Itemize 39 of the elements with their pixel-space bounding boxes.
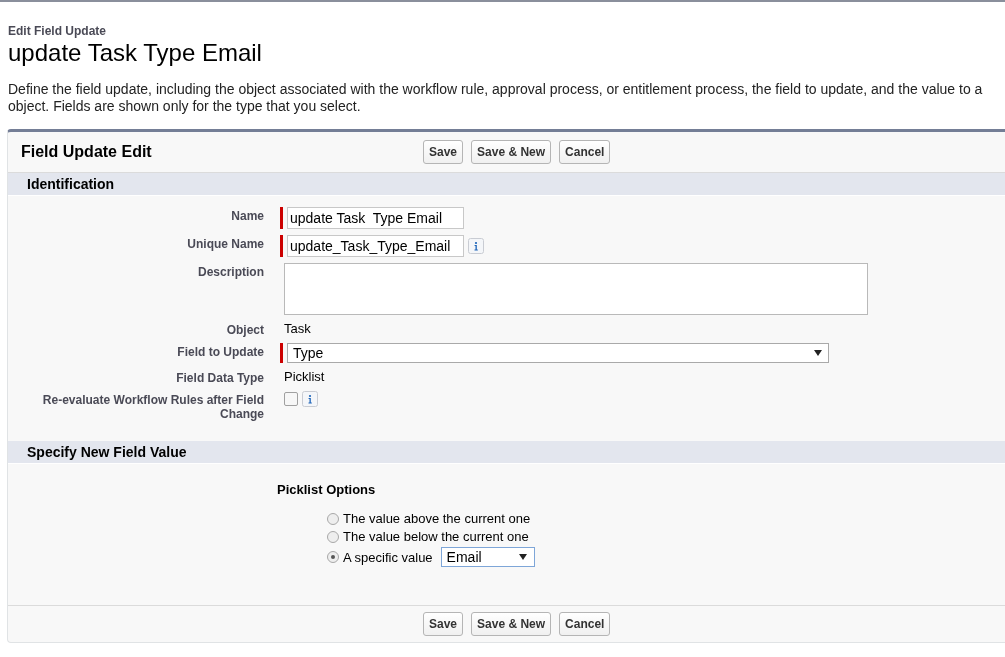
field-select[interactable]: Type — [287, 343, 829, 363]
info-icon[interactable] — [302, 391, 318, 407]
description-text: object. Fields are shown only for the type that you select. — [8, 98, 362, 115]
section-header: Specify New Field Value — [8, 441, 1005, 464]
field-value: Task — [283, 321, 311, 337]
caret-icon — [518, 554, 527, 560]
field-label: Object — [225, 322, 264, 337]
checkbox[interactable] — [284, 392, 298, 406]
text-field[interactable]: update Task Type Email — [287, 207, 464, 229]
field-label: Name — [230, 208, 264, 223]
page-title: update Task Type Email — [8, 39, 263, 67]
cancel-button[interactable]: Cancel — [559, 140, 611, 164]
info-icon[interactable] — [468, 238, 484, 254]
text-field[interactable]: update_Task_Type_Email — [287, 235, 464, 257]
cancel-button[interactable]: Cancel — [559, 612, 611, 636]
radio-button[interactable] — [327, 512, 339, 525]
option-label: The value above the current one — [343, 511, 531, 526]
panel-title: Field Update Edit — [20, 143, 153, 161]
field-label: Description — [197, 264, 264, 279]
description-text: Define the field update, including the object associated with the workflow rule, approval process, or entitlement process, the field to update, and the value to a — [8, 81, 984, 98]
field-label: Field to Update — [176, 344, 264, 359]
save-new-button[interactable]: Save & New — [471, 612, 552, 636]
breadcrumb: Edit Field Update — [8, 24, 107, 38]
caret-icon — [814, 350, 822, 356]
section-header: Identification — [8, 173, 1005, 196]
save-new-button[interactable]: Save & New — [471, 140, 552, 164]
radio-button[interactable] — [327, 551, 339, 563]
radio-button[interactable] — [327, 530, 339, 543]
option-label: The value below the current one — [343, 529, 529, 544]
field-label: Unique Name — [186, 236, 264, 251]
save-button[interactable]: Save — [423, 140, 464, 164]
value-select[interactable]: Email — [440, 547, 535, 567]
picklist-heading: Picklist Options — [277, 482, 377, 497]
field-value: Picklist — [283, 369, 325, 385]
field-label: Re-evaluate Workflow Rules after Field Change — [41, 392, 264, 421]
save-button[interactable]: Save — [423, 612, 464, 636]
description-field[interactable] — [284, 263, 868, 315]
option-label: A specific value — [343, 549, 433, 565]
field-label: Field Data Type — [175, 370, 264, 385]
